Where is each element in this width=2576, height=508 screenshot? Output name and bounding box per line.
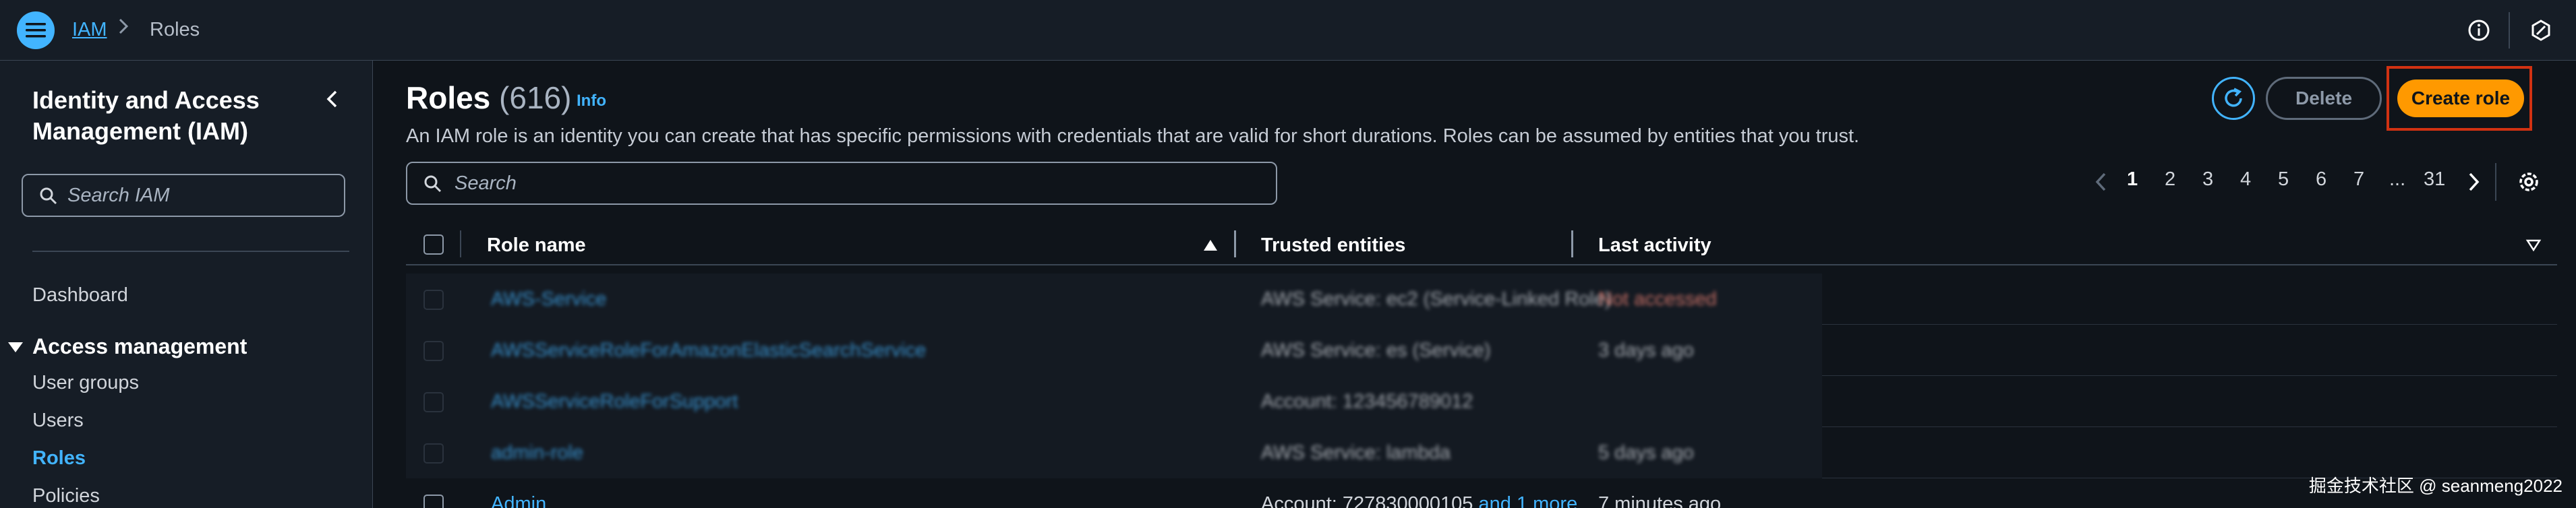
- column-header-role-name[interactable]: Role name: [487, 234, 586, 257]
- trusted-entities-cell: Account: 727830000105 and 1 more: [1261, 493, 1577, 508]
- menu-button[interactable]: [17, 11, 55, 49]
- page-title-text: Roles: [406, 80, 491, 115]
- sidebar-title: Identity and Access Management (IAM): [32, 86, 260, 145]
- table-row[interactable]: AWS-Service AWS Service: ec2 (Service-Li…: [406, 274, 2557, 325]
- table-row[interactable]: AWSServiceRoleForAmazonElasticSearchServ…: [406, 325, 2557, 376]
- breadcrumb-separator-icon: [117, 16, 130, 42]
- table-row[interactable]: AWSServiceRoleForSupport Account: 123456…: [406, 376, 2557, 427]
- column-resize-handle[interactable]: [1234, 230, 1236, 257]
- page-4[interactable]: 4: [2240, 168, 2251, 191]
- row-checkbox[interactable]: [423, 341, 444, 361]
- trusted-entities-cell: AWS Service: lambda: [1261, 442, 1451, 464]
- security-shield-icon[interactable]: [2529, 18, 2553, 42]
- row-checkbox[interactable]: [423, 443, 444, 464]
- sidebar-item-users[interactable]: Users: [32, 410, 84, 432]
- column-resize-handle[interactable]: [1571, 230, 1573, 257]
- sort-ascending-icon[interactable]: [1202, 239, 1219, 252]
- topbar-divider: [2509, 12, 2510, 49]
- sidebar-group-access-management[interactable]: Access management: [7, 334, 247, 359]
- gear-icon[interactable]: [2515, 168, 2542, 195]
- sidebar-divider: [32, 251, 349, 252]
- previous-page-icon[interactable]: [2092, 170, 2111, 194]
- page-6[interactable]: 6: [2316, 168, 2326, 191]
- row-checkbox[interactable]: [423, 495, 444, 508]
- page-ellipsis: ...: [2389, 168, 2406, 190]
- roles-search-placeholder: Search: [455, 172, 517, 194]
- search-icon: [40, 187, 57, 205]
- top-navigation-bar: IAM Roles: [0, 0, 2576, 61]
- sidebar-item-policies[interactable]: Policies: [32, 485, 100, 507]
- trusted-entities-cell: AWS Service: es (Service): [1261, 340, 1491, 361]
- search-icon: [424, 175, 442, 193]
- collapse-sidebar-icon[interactable]: [322, 89, 343, 109]
- sidebar-item-roles[interactable]: Roles: [32, 447, 86, 470]
- watermark: 掘金技术社区 @ seanmeng2022: [2308, 476, 2563, 496]
- page-7[interactable]: 7: [2353, 168, 2364, 191]
- table-row[interactable]: admin-role AWS Service: lambda 5 days ag…: [406, 427, 2557, 478]
- caret-down-icon: [8, 342, 23, 352]
- last-activity-cell: 3 days ago: [1598, 340, 1694, 361]
- sidebar: Identity and Access Management (IAM) Sea…: [0, 61, 373, 508]
- refresh-button[interactable]: [2212, 77, 2255, 120]
- info-link[interactable]: Info: [577, 92, 606, 110]
- sidebar-item-user-groups[interactable]: User groups: [32, 372, 139, 394]
- page-3[interactable]: 3: [2202, 168, 2213, 191]
- role-name-link[interactable]: Admin: [491, 493, 546, 508]
- role-name-link[interactable]: AWSServiceRoleForSupport: [491, 391, 738, 413]
- row-checkbox[interactable]: [423, 290, 444, 310]
- page-description: An IAM role is an identity you can creat…: [406, 125, 1860, 147]
- create-role-button[interactable]: Create role: [2397, 80, 2524, 117]
- create-role-highlight: Create role: [2387, 66, 2532, 131]
- page-title: Roles (616): [406, 80, 571, 116]
- header-divider: [460, 230, 461, 257]
- roles-count: (616): [499, 80, 572, 115]
- sort-toggle-icon[interactable]: [2525, 239, 2542, 252]
- breadcrumb-iam-link[interactable]: IAM: [72, 19, 107, 41]
- table-header: Role name Trusted entities Last activity: [406, 224, 2557, 265]
- hamburger-icon: [26, 23, 46, 38]
- role-name-link[interactable]: admin-role: [491, 442, 583, 464]
- page-31[interactable]: 31: [2424, 168, 2445, 191]
- table-row[interactable]: Admin Account: 727830000105 and 1 more 7…: [406, 478, 2557, 508]
- last-activity-cell: Not accessed: [1598, 288, 1717, 310]
- page-1[interactable]: 1: [2127, 168, 2138, 191]
- refresh-icon: [2225, 88, 2242, 107]
- last-activity-cell: 7 minutes ago: [1598, 493, 1722, 508]
- delete-button[interactable]: Delete: [2266, 77, 2382, 120]
- trusted-entities-cell: Account: 123456789012: [1261, 391, 1473, 412]
- select-all-checkbox[interactable]: [423, 234, 444, 255]
- next-page-icon[interactable]: [2464, 170, 2483, 194]
- main-content: Roles (616) Info An IAM role is an ident…: [374, 61, 2576, 508]
- sidebar-search-input[interactable]: Search IAM: [22, 174, 345, 217]
- page-5[interactable]: 5: [2278, 168, 2289, 191]
- column-header-last-activity[interactable]: Last activity: [1598, 234, 1711, 257]
- role-name-link[interactable]: AWSServiceRoleForAmazonElasticSearchServ…: [491, 340, 926, 362]
- pager-divider: [2495, 163, 2496, 201]
- trusted-entities-text: Account: 727830000105: [1261, 493, 1473, 508]
- info-circle-icon[interactable]: [2467, 18, 2491, 42]
- breadcrumb-current: Roles: [150, 19, 200, 40]
- trusted-entities-cell: AWS Service: ec2 (Service-Linked Role): [1261, 288, 1612, 310]
- role-name-link[interactable]: AWS-Service: [491, 288, 606, 311]
- trusted-entities-more-link[interactable]: and 1 more: [1479, 493, 1578, 508]
- sidebar-search-placeholder: Search IAM: [67, 184, 170, 206]
- roles-search-input[interactable]: Search: [406, 162, 1277, 205]
- sidebar-item-dashboard[interactable]: Dashboard: [32, 284, 128, 307]
- page-2[interactable]: 2: [2165, 168, 2175, 191]
- row-checkbox[interactable]: [423, 392, 444, 412]
- sidebar-group-label: Access management: [32, 334, 247, 358]
- last-activity-cell: 5 days ago: [1598, 442, 1694, 464]
- column-header-trusted-entities[interactable]: Trusted entities: [1261, 234, 1405, 257]
